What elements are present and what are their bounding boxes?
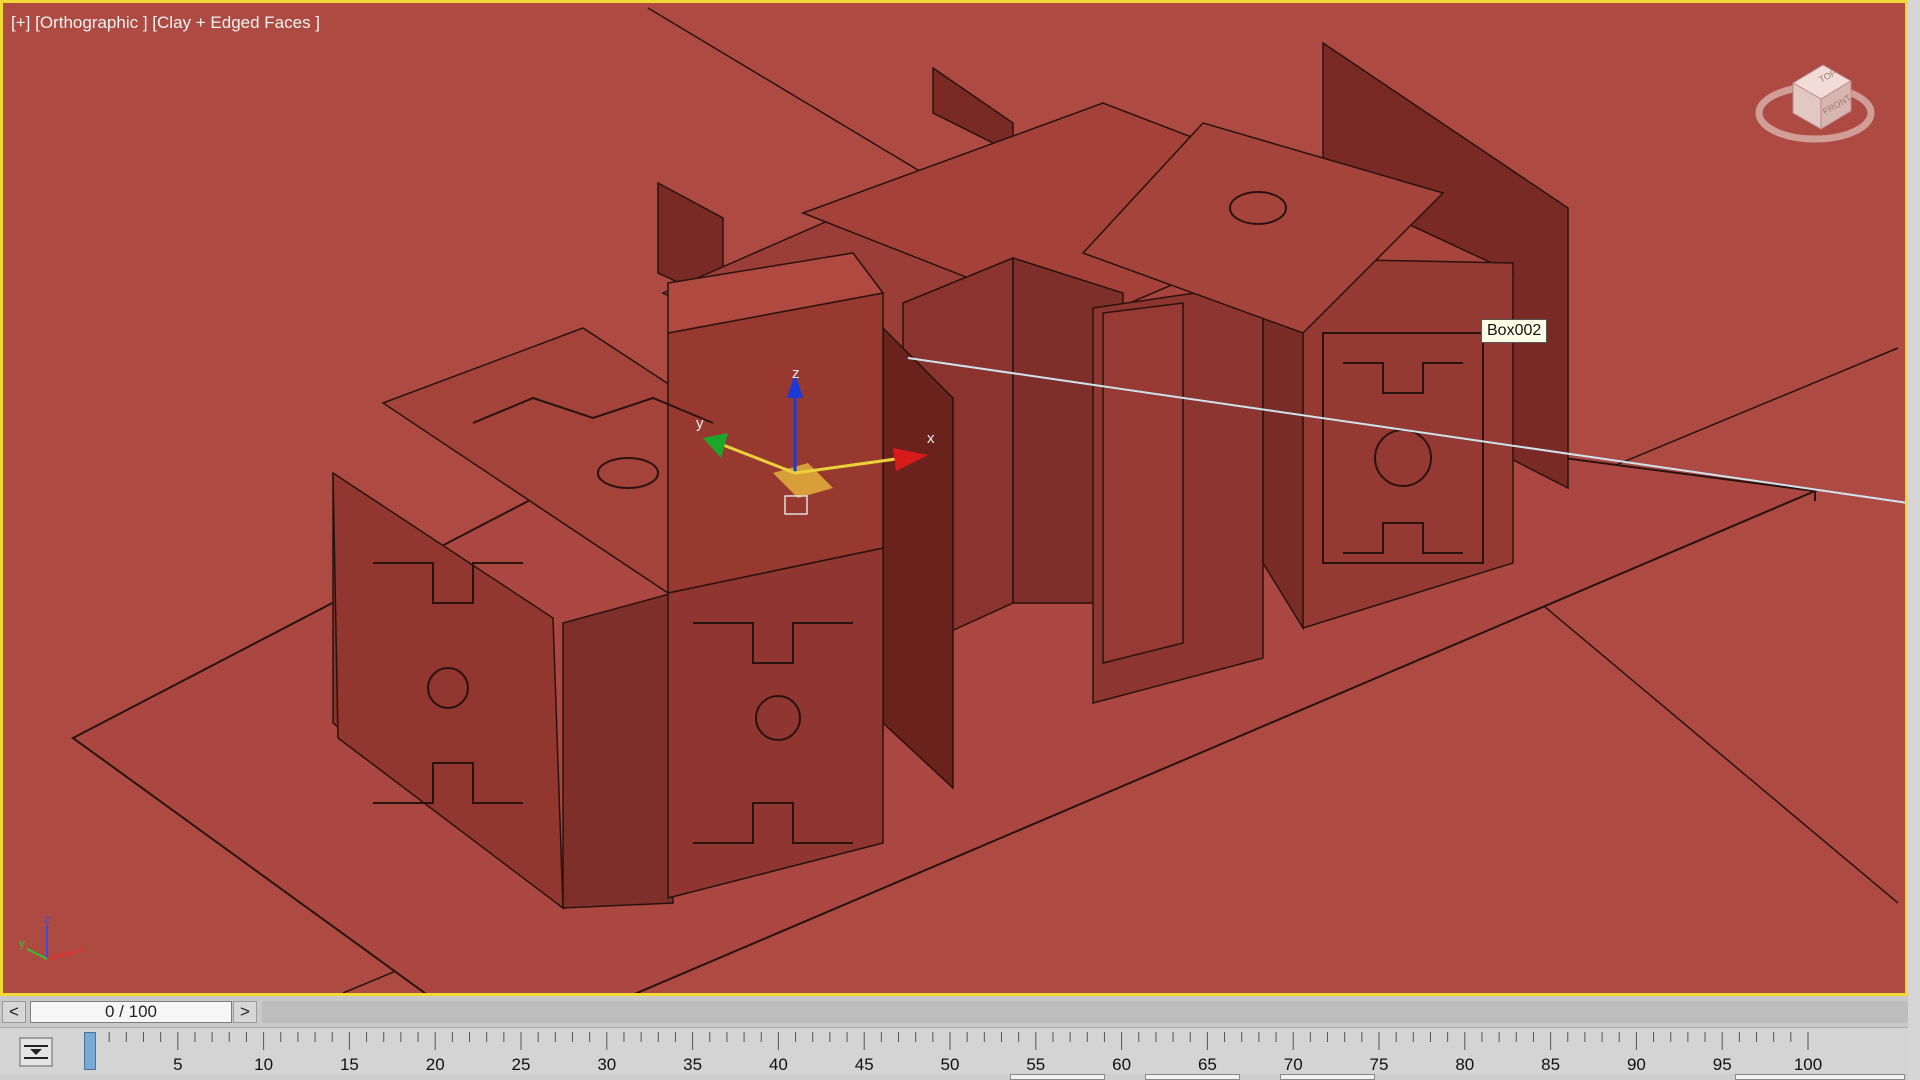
ruler-tick-label: 40: [769, 1055, 788, 1074]
ruler-tick-label: 10: [254, 1055, 273, 1074]
track-bar[interactable]: 0510152025303540455055606570758085909510…: [0, 1027, 1908, 1080]
gizmo-z-label: z: [792, 365, 800, 382]
ruler-tick-label: 15: [340, 1055, 359, 1074]
status-field[interactable]: [1735, 1074, 1905, 1080]
perspective-viewport[interactable]: x y z [+] [Orthographic ] [Clay + Edged …: [0, 0, 1908, 996]
prev-frame-button[interactable]: <: [2, 1001, 26, 1023]
ruler-tick-label: 45: [855, 1055, 874, 1074]
ruler-tick-label: 50: [941, 1055, 960, 1074]
coord-field-z[interactable]: [1280, 1074, 1375, 1080]
status-bar-strip: [0, 1074, 1908, 1080]
ruler-tick-label: 90: [1627, 1055, 1646, 1074]
ruler-tick-label: 30: [597, 1055, 616, 1074]
ruler-tick-label: 80: [1455, 1055, 1474, 1074]
ruler-tick-label: 25: [512, 1055, 531, 1074]
coord-field-y[interactable]: [1145, 1074, 1240, 1080]
frame-ruler[interactable]: 0510152025303540455055606570758085909510…: [86, 1028, 1826, 1080]
ruler-tick-label: 35: [683, 1055, 702, 1074]
right-panel-scrollbar[interactable]: [1908, 0, 1920, 1080]
ruler-tick-label: 85: [1541, 1055, 1560, 1074]
ruler-tick-label: 20: [426, 1055, 445, 1074]
ruler-tick-label: 70: [1284, 1055, 1303, 1074]
gizmo-x-label: x: [927, 430, 935, 447]
viewport-label-menu: [+] [Orthographic ] [Clay + Edged Faces …: [11, 13, 320, 33]
current-frame-marker[interactable]: [84, 1032, 96, 1070]
ruler-tick-label: 95: [1713, 1055, 1732, 1074]
ruler-tick-label: 100: [1794, 1055, 1822, 1074]
ruler-tick-label: 75: [1370, 1055, 1389, 1074]
time-slider-track[interactable]: [262, 1001, 1908, 1023]
ruler-tick-label: 55: [1026, 1055, 1045, 1074]
tripod-y-label: y: [19, 936, 25, 950]
next-frame-button[interactable]: >: [233, 1001, 257, 1023]
ruler-tick-label: 60: [1112, 1055, 1131, 1074]
coord-field-x[interactable]: [1010, 1074, 1105, 1080]
viewcube-icon[interactable]: TOP FRONT: [1753, 53, 1883, 153]
3dsmax-workspace: x y z [+] [Orthographic ] [Clay + Edged …: [0, 0, 1920, 1080]
ruler-tick-label: 65: [1198, 1055, 1217, 1074]
tripod-x-label: x: [79, 942, 85, 956]
viewport-point-of-view-menu[interactable]: [Orthographic ]: [35, 13, 147, 32]
viewport-shading-menu[interactable]: [Clay + Edged Faces ]: [152, 13, 320, 32]
object-name-tooltip: Box002: [1481, 319, 1548, 343]
viewport-plus-menu[interactable]: [+]: [11, 13, 30, 32]
tripod-z-label: z: [44, 912, 50, 926]
ruler-tick-label: 5: [173, 1055, 182, 1074]
world-axis-tripod: z x y: [19, 912, 85, 960]
scene-render: x y z: [71, 7, 1905, 993]
time-slider[interactable]: 0 / 100: [30, 1001, 232, 1023]
time-slider-bar: < 0 / 100 >: [0, 999, 1908, 1027]
gizmo-y-label: y: [696, 415, 704, 432]
key-filters-icon[interactable]: [18, 1036, 54, 1068]
